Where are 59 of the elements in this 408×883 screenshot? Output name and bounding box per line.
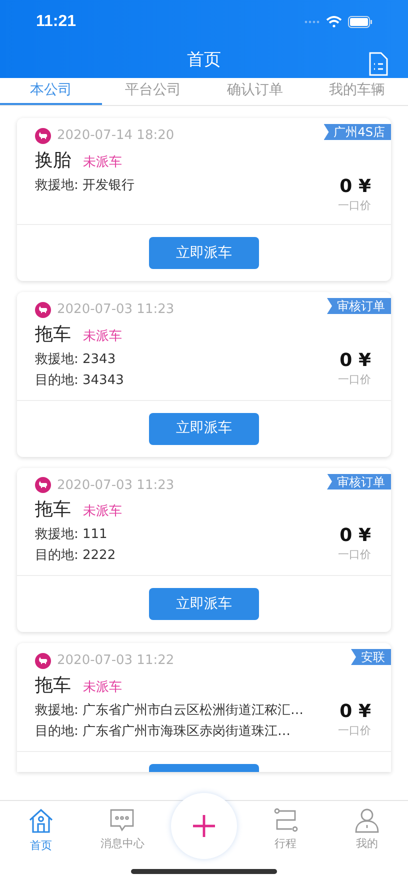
route-icon — [272, 807, 299, 833]
price: 0 ¥ — [340, 176, 371, 198]
service-type: 换胎 — [35, 148, 71, 172]
order-time: 2020-07-03 11:23 — [57, 476, 174, 494]
source-tag: 安联 — [351, 649, 391, 665]
service-type: 拖车 — [35, 498, 71, 522]
address-text: 目的地: 广东省广州市海珠区赤岗街道珠江… — [35, 722, 292, 740]
order-status: 未派车 — [83, 328, 122, 346]
person-icon — [354, 807, 380, 833]
source-tag: 审核订单 — [327, 474, 391, 490]
price: 0 ¥ — [340, 350, 371, 372]
chat-icon — [109, 807, 136, 833]
house-icon — [26, 807, 55, 835]
nav-item[interactable]: 我的 — [326, 807, 408, 852]
address-text: 目的地: 34343 — [35, 372, 124, 390]
clock: 11:21 — [36, 12, 76, 32]
price-note: 一口价 — [338, 722, 371, 738]
pig-icon — [35, 652, 51, 669]
price: 0 ¥ — [340, 525, 371, 547]
pig-icon — [35, 128, 51, 144]
service-type: 拖车 — [35, 674, 71, 698]
battery-icon — [348, 16, 372, 28]
page-title: 首页 — [187, 49, 221, 72]
order-status: 未派车 — [83, 503, 122, 521]
price: 0 ¥ — [340, 700, 371, 722]
order-status: 未派车 — [83, 678, 122, 696]
dispatch-button[interactable] — [149, 764, 259, 772]
source-tag: 广州4S店 — [324, 124, 391, 140]
pig-icon — [35, 302, 51, 318]
nav-item[interactable]: 消息中心 — [82, 807, 164, 852]
add-button[interactable] — [170, 793, 237, 859]
signal-icon — [304, 20, 320, 24]
dispatch-button[interactable]: 立即派车 — [149, 588, 259, 620]
address-text: 目的地: 2222 — [35, 547, 116, 565]
service-type: 拖车 — [35, 322, 71, 346]
nav-item[interactable]: 行程 — [244, 807, 326, 852]
pig-icon — [35, 477, 51, 494]
tab[interactable]: 确认订单 — [204, 78, 306, 105]
address-text: 救援地: 开发银行 — [35, 176, 135, 194]
source-tag: 审核订单 — [327, 298, 391, 314]
price-note: 一口价 — [338, 547, 371, 563]
order-status: 未派车 — [83, 154, 122, 172]
wifi-icon — [326, 16, 342, 28]
tab[interactable]: 我的车辆 — [306, 78, 408, 105]
address-text: 救援地: 111 — [35, 526, 108, 544]
tab[interactable]: 平台公司 — [102, 78, 204, 105]
dispatch-button[interactable]: 立即派车 — [149, 237, 259, 269]
order-time: 2020-07-03 11:23 — [57, 301, 174, 319]
price-note: 一口价 — [338, 198, 371, 214]
document-icon[interactable] — [368, 52, 388, 76]
dispatch-button[interactable]: 立即派车 — [149, 412, 259, 444]
address-text: 救援地: 广东省广州市白云区松洲街道江秾汇… — [35, 702, 304, 720]
plus-icon — [192, 814, 216, 838]
price-note: 一口价 — [338, 372, 371, 388]
nav-item[interactable]: 首页 — [0, 807, 82, 854]
order-time: 2020-07-03 11:22 — [57, 652, 174, 670]
tab[interactable]: 本公司 — [0, 78, 102, 105]
order-time: 2020-07-14 18:20 — [57, 127, 174, 145]
address-text: 救援地: 2343 — [35, 350, 117, 368]
